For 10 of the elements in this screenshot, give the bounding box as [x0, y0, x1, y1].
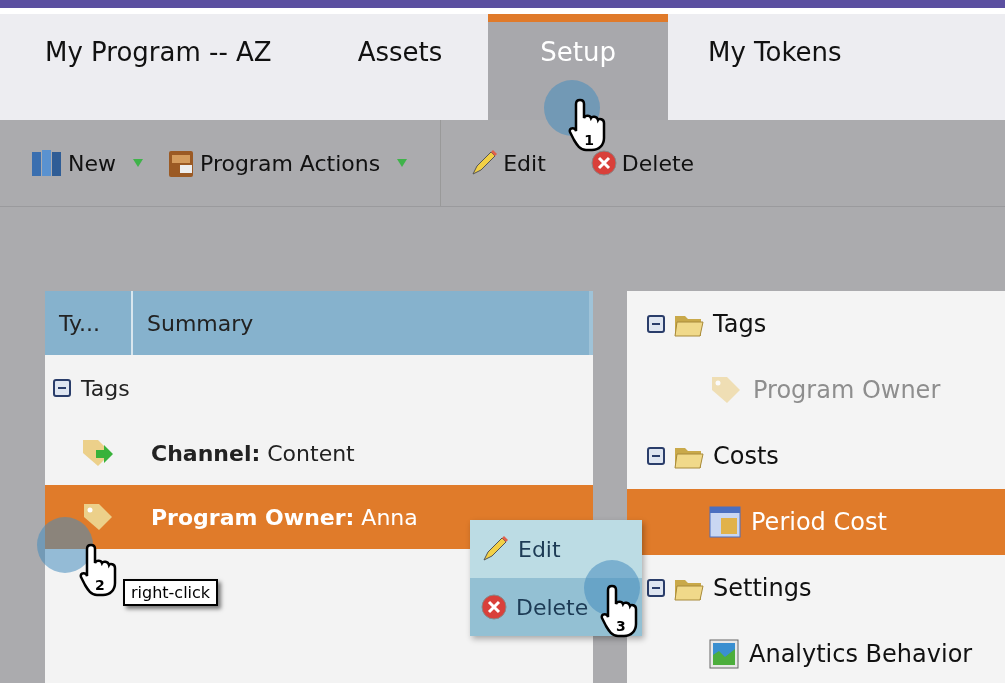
step-number: 1 [584, 132, 594, 148]
group-label: Tags [81, 375, 130, 401]
step-number: 2 [95, 577, 105, 593]
tree-folder-label: Settings [713, 574, 812, 602]
tree-folder-label: Costs [713, 442, 779, 470]
callout-label: right-click [123, 579, 219, 606]
row-text: Channel: Content [151, 440, 355, 466]
row-text: Program Owner: Anna [151, 504, 418, 530]
step-number: 3 [616, 618, 626, 634]
tree-folder-label: Tags [713, 310, 767, 338]
